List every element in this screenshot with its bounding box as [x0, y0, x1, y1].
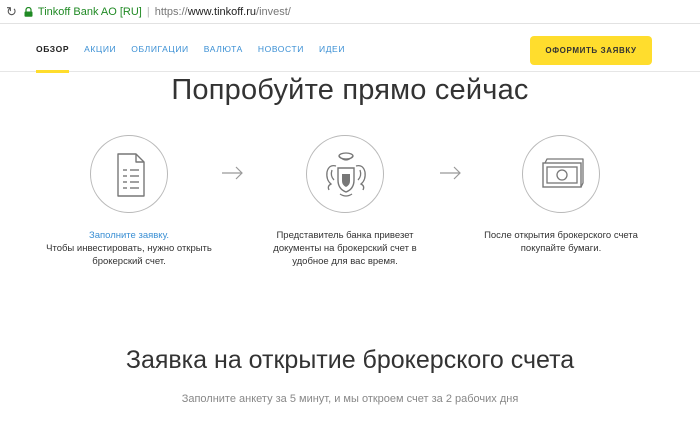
address-separator: | — [146, 5, 150, 18]
tab-stocks[interactable]: АКЦИИ — [84, 24, 116, 72]
step-1-text: Заполните заявку. Чтобы инвестировать, н… — [40, 229, 218, 268]
url-host[interactable]: www.tinkoff.ru — [188, 6, 256, 18]
certificate-organization[interactable]: Tinkoff Bank AO [RU] — [38, 6, 142, 18]
nav-tabs: ОБЗОР АКЦИИ ОБЛИГАЦИИ ВАЛЮТА НОВОСТИ ИДЕ… — [36, 24, 360, 73]
bank-emblem-icon — [326, 152, 366, 197]
step-2-text: Представитель банка привезет документы н… — [273, 230, 417, 267]
tab-ideas[interactable]: ИДЕИ — [319, 24, 345, 72]
apply-button[interactable]: ОФОРМИТЬ ЗАЯВКУ — [530, 36, 652, 65]
url-scheme[interactable]: https:// — [155, 6, 188, 18]
step-2-circle — [306, 135, 384, 213]
reload-icon[interactable]: ↻ — [6, 5, 17, 18]
address-bar[interactable]: ↻ Tinkoff Bank AO [RU] | https:// www.ti… — [0, 0, 700, 24]
tab-currency[interactable]: ВАЛЮТА — [204, 24, 243, 72]
lock-icon — [24, 6, 33, 17]
tab-overview[interactable]: ОБЗОР — [36, 24, 70, 73]
step-3-text: После открытия брокерского счета покупай… — [484, 230, 638, 254]
document-icon — [117, 153, 145, 197]
form-section-subtitle: Заполните анкету за 5 минут, и мы открое… — [181, 393, 519, 405]
url-path[interactable]: /invest/ — [256, 6, 291, 18]
page-title: Попробуйте прямо сейчас — [171, 74, 529, 106]
step-1-description: Чтобы инвестировать, нужно открыть броке… — [46, 243, 212, 267]
arrow-right-icon — [222, 166, 243, 180]
banknote-icon — [542, 158, 584, 188]
tab-news[interactable]: НОВОСТИ — [258, 24, 304, 72]
step-1-circle — [90, 135, 168, 213]
section-nav: ОБЗОР АКЦИИ ОБЛИГАЦИИ ВАЛЮТА НОВОСТИ ИДЕ… — [0, 24, 700, 73]
form-section-title: Заявка на открытие брокерского счета — [125, 346, 575, 374]
arrow-right-icon — [440, 166, 461, 180]
fill-application-link[interactable]: Заполните заявку. — [40, 229, 218, 242]
tab-bonds[interactable]: ОБЛИГАЦИИ — [131, 24, 189, 72]
step-3-circle — [522, 135, 600, 213]
